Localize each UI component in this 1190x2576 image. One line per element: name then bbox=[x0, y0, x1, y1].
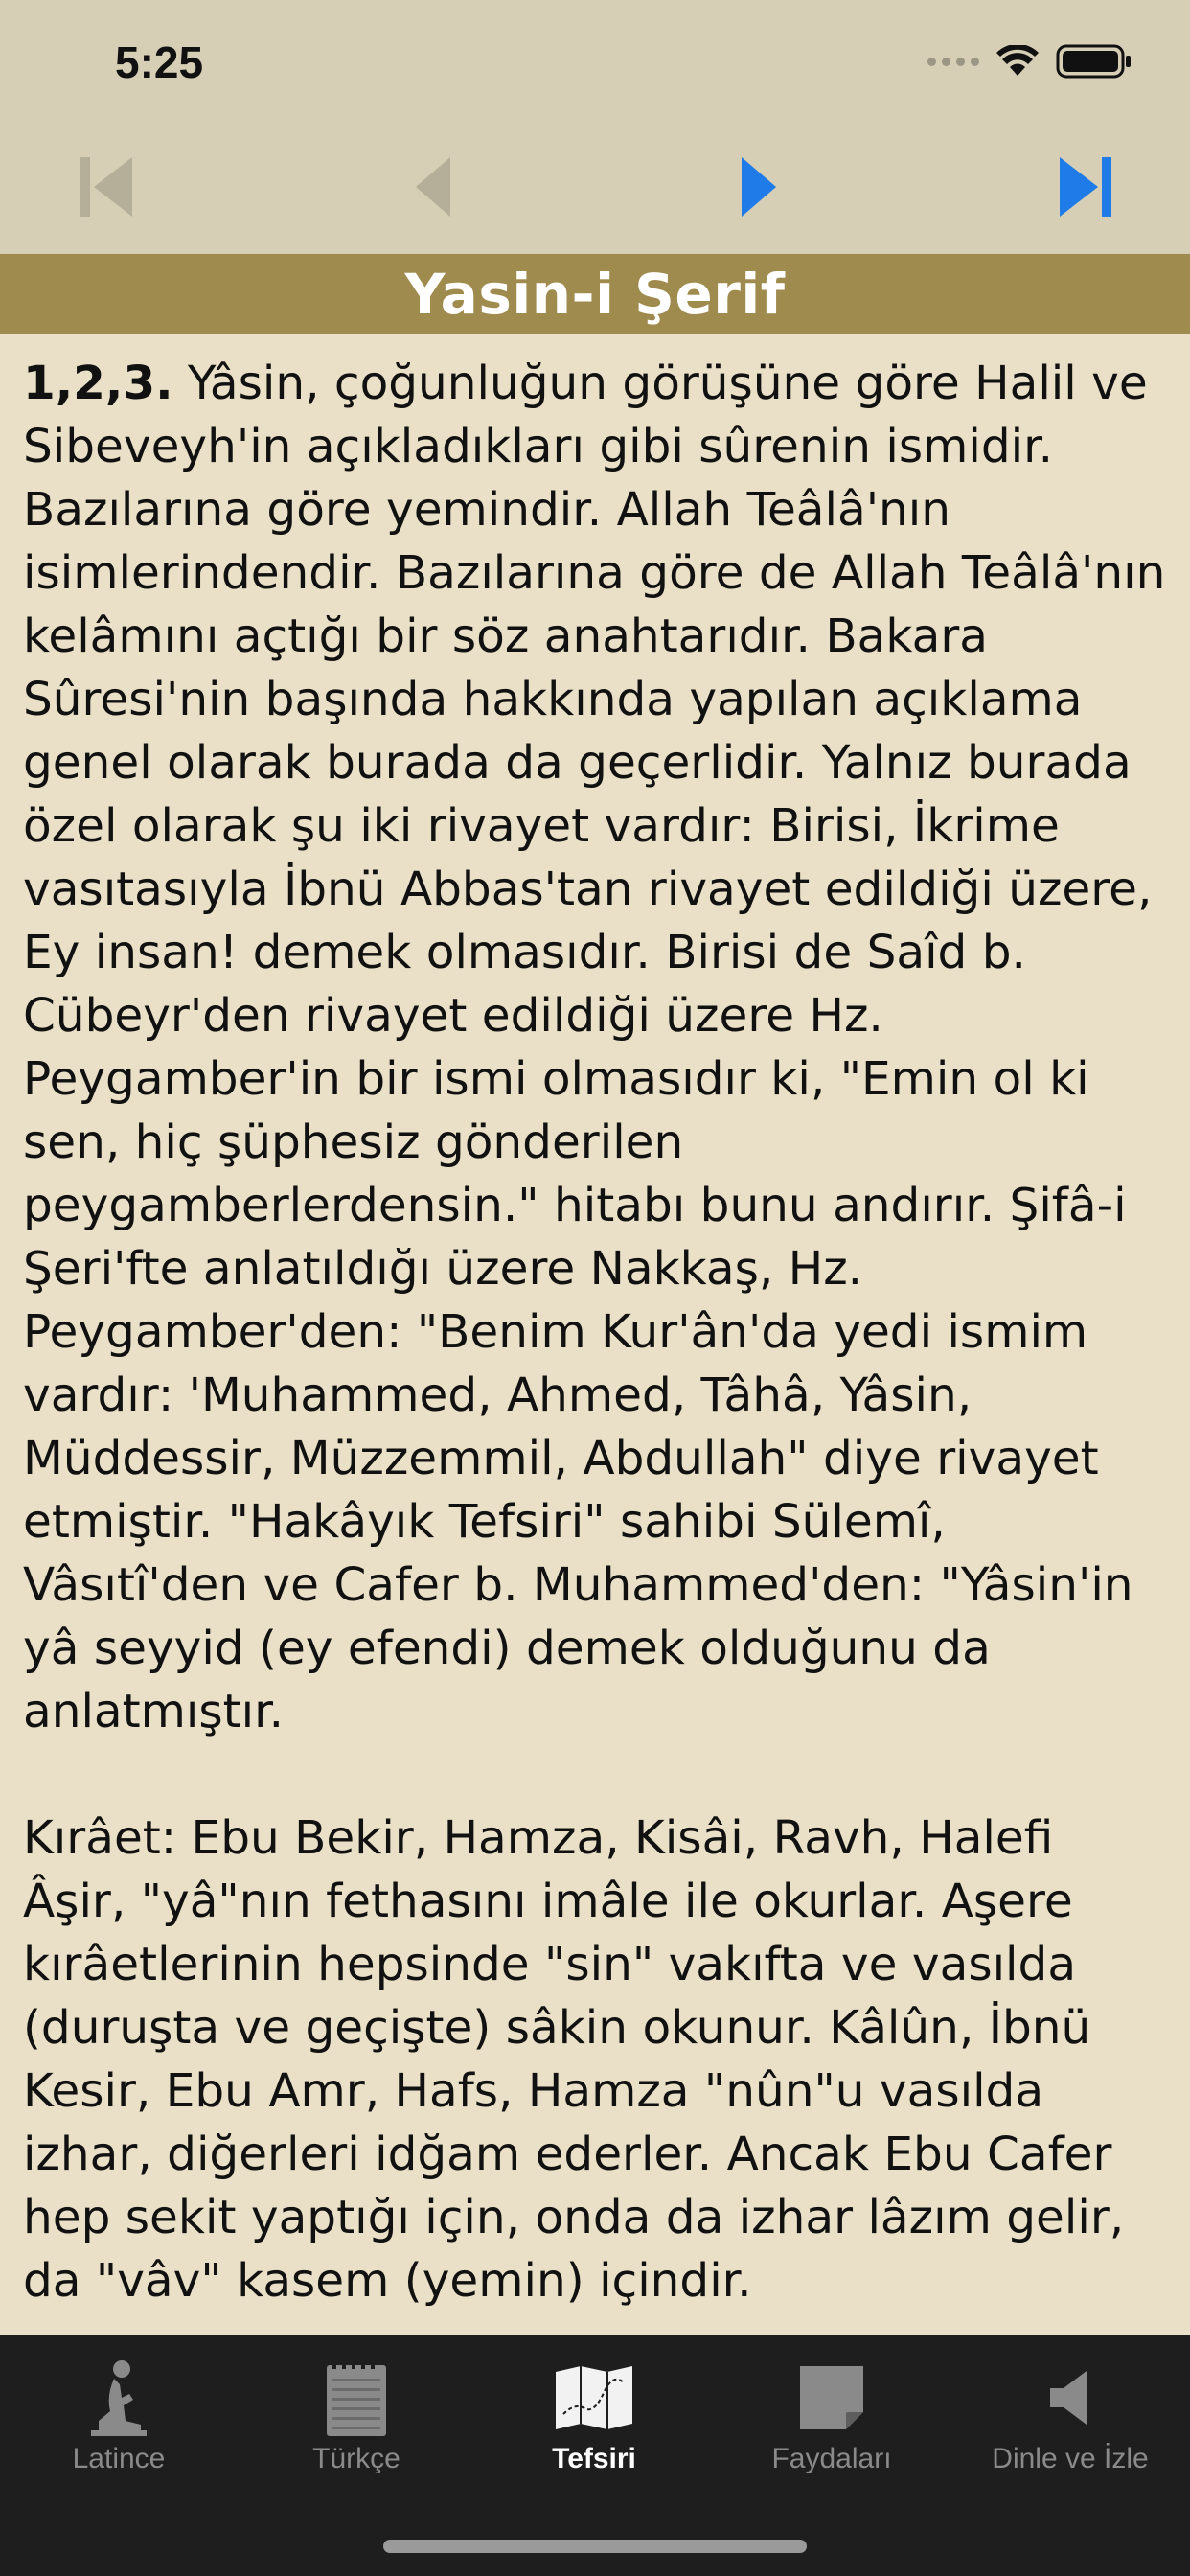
skip-to-last-icon bbox=[1060, 157, 1111, 217]
notepad-icon bbox=[327, 2359, 386, 2436]
next-button[interactable] bbox=[721, 144, 797, 230]
status-time: 5:25 bbox=[115, 37, 204, 87]
home-indicator bbox=[383, 2540, 807, 2553]
tab-turkce[interactable]: Türkçe bbox=[238, 2335, 475, 2498]
tab-label: Faydaları bbox=[771, 2443, 892, 2474]
tab-label: Dinle ve İzle bbox=[992, 2443, 1149, 2474]
note-icon bbox=[800, 2366, 863, 2429]
status-indicators bbox=[927, 42, 1133, 80]
top-bar: 5:25 bbox=[0, 0, 1190, 254]
tab-tefsiri[interactable]: Tefsiri bbox=[475, 2335, 713, 2498]
tab-latince[interactable]: Latince bbox=[0, 2335, 238, 2498]
page-title: Yasin-i Şerif bbox=[404, 262, 786, 327]
skip-to-last-button[interactable] bbox=[1048, 144, 1125, 230]
verse-number: 1,2,3. bbox=[23, 356, 173, 410]
skip-to-first-button[interactable] bbox=[67, 144, 144, 230]
next-icon bbox=[742, 157, 776, 217]
skip-to-first-icon bbox=[80, 157, 132, 217]
cellular-signal-icon bbox=[927, 57, 979, 66]
tab-label: Türkçe bbox=[312, 2443, 400, 2474]
tab-faydalari[interactable]: Faydaları bbox=[713, 2335, 950, 2498]
tafsir-paragraph: 1,2,3. Yâsin, çoğunluğun görüşüne göre H… bbox=[0, 334, 1190, 1743]
tafsir-text-area[interactable]: 1,2,3. Yâsin, çoğunluğun görüşüne göre H… bbox=[0, 334, 1190, 2335]
title-bar: Yasin-i Şerif bbox=[0, 254, 1190, 334]
map-icon bbox=[556, 2366, 632, 2429]
tab-dinle-ve-izle[interactable]: Dinle ve İzle bbox=[950, 2335, 1190, 2498]
tab-label: Latince bbox=[72, 2443, 166, 2474]
paragraph-text: Kırâet: Ebu Bekir, Hamza, Kisâi, Ravh, H… bbox=[23, 1811, 1125, 2308]
battery-icon bbox=[1056, 44, 1131, 79]
praying-person-icon bbox=[91, 2360, 147, 2436]
speaker-icon bbox=[1050, 2371, 1087, 2425]
wifi-icon bbox=[996, 45, 1039, 76]
paragraph-text: Yâsin, çoğunluğun görüşüne göre Halil ve… bbox=[23, 356, 1166, 1738]
tafsir-paragraph: Kırâet: Ebu Bekir, Hamza, Kisâi, Ravh, H… bbox=[0, 1806, 1190, 2312]
tab-label: Tefsiri bbox=[552, 2443, 636, 2474]
previous-icon bbox=[416, 157, 450, 217]
previous-button[interactable] bbox=[395, 144, 471, 230]
